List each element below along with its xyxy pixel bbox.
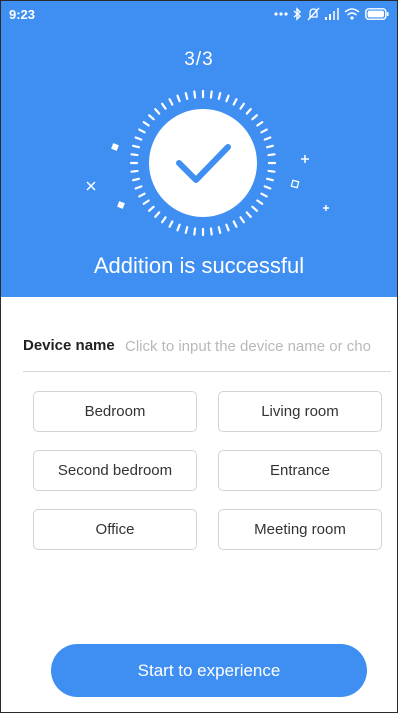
sparkle-plus-icon: [323, 205, 329, 211]
dial-tick: [138, 128, 146, 134]
start-experience-label: Start to experience: [137, 660, 281, 680]
dial-tick: [239, 102, 245, 110]
dial-tick: [256, 199, 264, 206]
app-screen: 9:23 3/3 Addition is successful Device n…: [0, 0, 398, 713]
mute-icon: [307, 7, 320, 21]
dial-tick: [148, 205, 155, 212]
bluetooth-icon: [293, 7, 302, 21]
dial-tick: [251, 114, 258, 121]
dial-tick: [225, 94, 230, 103]
room-option-meeting-room[interactable]: Meeting room: [218, 509, 382, 550]
room-option-second-bedroom[interactable]: Second bedroom: [33, 450, 197, 491]
dial-tick: [148, 114, 155, 121]
dial-tick: [138, 192, 146, 198]
sparkle-cross-icon: [86, 181, 96, 191]
room-option-label: Office: [95, 521, 135, 538]
dial-tick: [239, 216, 245, 224]
dial-tick: [263, 185, 272, 190]
more-dots-icon: [274, 12, 288, 16]
room-option-bedroom[interactable]: Bedroom: [33, 391, 197, 432]
dial-tick: [251, 205, 258, 212]
sparkle-plus-icon: [301, 155, 309, 163]
dial-tick: [265, 177, 275, 182]
success-badge: [86, 89, 329, 237]
dial-tick: [131, 177, 141, 182]
dial-tick: [260, 192, 268, 198]
dial-tick: [260, 128, 268, 134]
dial-tick: [232, 220, 238, 228]
start-experience-button[interactable]: Start to experience: [51, 644, 367, 697]
device-name-label: Device name: [23, 337, 115, 354]
dial-tick: [245, 108, 252, 115]
dial-tick: [232, 98, 238, 106]
dial-tick: [217, 225, 222, 235]
wifi-icon: [344, 8, 360, 20]
dial-tick: [134, 136, 143, 141]
dial-tick: [217, 91, 222, 101]
dial-tick: [154, 108, 161, 115]
dial-tick: [263, 136, 272, 141]
dial-tick: [160, 216, 167, 224]
dial-tick: [267, 169, 276, 173]
room-option-office[interactable]: Office: [33, 509, 197, 550]
dial-tick: [130, 169, 139, 173]
signal-icon: [325, 8, 339, 20]
dial-tick: [168, 98, 174, 106]
dial-tick: [184, 91, 189, 101]
badge-circle: [149, 109, 257, 217]
room-option-label: Living room: [261, 403, 339, 420]
dial-tick: [209, 90, 213, 99]
dial-tick: [154, 211, 161, 218]
status-time: 9:23: [9, 7, 36, 22]
dial-tick: [193, 90, 197, 99]
dial-tick: [184, 225, 189, 235]
dial-tick: [209, 227, 213, 236]
dial-tick: [168, 220, 174, 228]
sparkle-square-icon: [111, 143, 119, 151]
dial-tick: [130, 153, 139, 157]
room-option-label: Second bedroom: [57, 462, 173, 479]
dial-tick: [176, 223, 181, 232]
device-name-input[interactable]: [125, 333, 391, 359]
dial-tick: [134, 185, 143, 190]
dial-tick: [265, 144, 275, 149]
sparkle-square-icon: [117, 201, 125, 209]
status-bar: 9:23: [1, 1, 397, 27]
sparkle-outline-square-icon: [290, 179, 300, 189]
dial-tick: [142, 199, 150, 206]
dial-tick: [267, 153, 276, 157]
dial-tick: [142, 120, 150, 127]
dial-tick: [225, 223, 230, 232]
room-option-label: Bedroom: [84, 403, 146, 420]
dial-tick: [193, 227, 197, 236]
dial-tick: [256, 120, 264, 127]
room-option-living-room[interactable]: Living room: [218, 391, 382, 432]
status-icons: [274, 5, 389, 23]
room-option-label: Meeting room: [254, 521, 346, 538]
dial-tick: [176, 94, 181, 103]
success-message: Addition is successful: [93, 253, 305, 278]
battery-icon: [365, 8, 389, 20]
step-indicator: 3/3: [184, 49, 214, 70]
dial-tick: [160, 102, 167, 110]
dial-tick: [245, 211, 252, 218]
room-option-label: Entrance: [269, 462, 331, 479]
success-header: 9:23 3/3 Addition is successful: [1, 1, 397, 297]
dial-tick: [131, 144, 141, 149]
room-option-entrance[interactable]: Entrance: [218, 450, 382, 491]
device-name-row: Device name: [23, 331, 391, 372]
